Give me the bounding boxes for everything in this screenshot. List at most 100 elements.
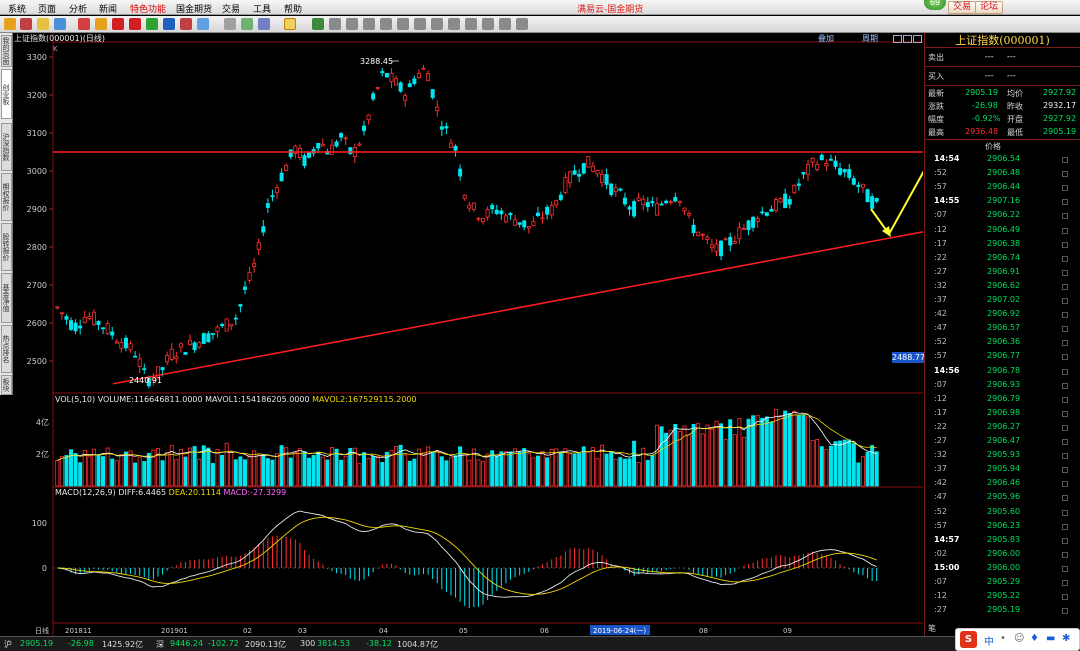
avg-label: 均价 [1007,89,1023,98]
tool-icon-4[interactable] [363,18,375,30]
volume-bar [503,451,508,487]
left-tab[interactable]: 板块指数 [1,375,12,395]
tick-flag [1062,410,1068,417]
tool-icon-3[interactable] [346,18,358,30]
left-tab[interactable]: 沪深指数 [1,123,12,171]
volume-bar [531,457,536,487]
tool-icon-2[interactable] [329,18,341,30]
trade-button[interactable]: 交易 [948,1,977,14]
cycle-link[interactable]: 周期 [862,33,878,44]
menu-item[interactable]: 国金期货 [176,2,212,15]
volume-bar [453,455,458,487]
notification-badge[interactable]: 69 [924,0,946,10]
tool-icon-6[interactable] [397,18,409,30]
menu-item[interactable]: 帮助 [284,2,302,15]
window-controls[interactable] [893,33,923,43]
tool-icon-7[interactable] [414,18,426,30]
volume-bar [627,458,632,487]
punct-icon[interactable]: • [1000,633,1006,644]
volume-bar [96,454,101,487]
tool-icon-9[interactable] [448,18,460,30]
forum-button[interactable]: 论坛 [975,1,1004,14]
window-icon[interactable] [197,18,209,30]
tick-time: :12 [934,393,947,403]
tile-icon[interactable] [258,18,270,30]
candle-body [755,218,760,222]
divider [925,66,1080,67]
left-tab[interactable]: 创业板 [1,69,12,119]
back-icon[interactable] [4,18,16,30]
volume-bar [343,455,348,487]
candle-body [375,87,380,89]
volume-bar [856,462,861,487]
menu-item[interactable]: 页面 [38,2,56,15]
volume-bar [188,447,193,487]
window-ctl-icon[interactable] [903,35,912,43]
candle-body [133,355,138,358]
macd-title: MACD(12,26,9) DIFF:6.4465 DEA:20.1114 MA… [55,488,286,497]
note-icon[interactable] [284,18,296,30]
search-icon[interactable] [95,18,107,30]
overlay-link[interactable]: 叠加 [818,33,834,44]
zoom-in-icon[interactable] [112,18,124,30]
status-item: 1425.92亿 [102,640,144,649]
left-tab[interactable]: 我的页面 [1,35,12,67]
keyboard-icon[interactable]: ▬ [1046,633,1055,644]
volume-bar [764,416,769,487]
refresh-icon[interactable] [146,18,158,30]
tool-icon-12[interactable] [499,18,511,30]
candle-body [586,156,591,168]
tool-icon-5[interactable] [380,18,392,30]
left-tab[interactable]: 期权报价 [1,173,12,221]
candle-body [284,165,289,171]
candle-body [297,147,302,158]
chart-icon[interactable] [78,18,90,30]
sogou-logo-icon[interactable]: S [960,631,977,648]
mic-icon[interactable]: ♦ [1030,633,1039,644]
tool-icon-13[interactable] [516,18,528,30]
info-icon[interactable] [163,18,175,30]
market-icon[interactable] [20,18,32,30]
alert-icon[interactable] [180,18,192,30]
menu-item[interactable]: 特色功能 [130,2,166,15]
volume-bar [723,438,728,487]
candle-body [430,89,435,98]
volume-bar [439,456,444,487]
window-ctl-icon[interactable] [913,35,922,43]
window-ctl-icon[interactable] [893,35,902,43]
tools-icon[interactable]: ✱ [1062,633,1070,644]
layout-icon[interactable] [224,18,236,30]
tick-time: 14:54 [934,154,960,163]
tick-time: 14:56 [934,365,960,375]
volume-bar [558,451,563,487]
emoji-icon[interactable]: ☺ [1014,633,1024,644]
menu-item[interactable]: 新闻 [99,2,117,15]
tick-flag [1062,439,1068,445]
tick-row: :22 2906.27 [925,422,1080,435]
menu-item[interactable]: 分析 [69,2,87,15]
left-tab[interactable]: 热点排名 [1,325,12,373]
tick-flag [1062,481,1068,488]
tick-time: :32 [934,450,947,460]
tool-icon-1[interactable] [312,18,324,30]
folder-icon[interactable] [37,18,49,30]
volume-bar [659,426,664,487]
tick-price: 2906.49 [987,224,1021,234]
left-tab[interactable]: 股转报价 [1,223,12,271]
tool-icon-10[interactable] [465,18,477,30]
tool-icon-11[interactable] [482,18,494,30]
menu-item[interactable]: 工具 [253,2,271,15]
grid-icon[interactable] [54,18,66,30]
ime-mode[interactable]: 中 [984,633,994,648]
volume-bar [522,448,527,487]
left-tab[interactable]: 基金净值 [1,273,12,323]
kline-chart[interactable]: 3300 3200 3100 3000 2900 2800 2700 2600 2500 3288… [13,33,923,636]
menu-item[interactable]: 系统 [8,2,26,15]
tick-flag [1062,298,1068,304]
split-icon[interactable] [241,18,253,30]
zoom-out-icon[interactable] [129,18,141,30]
tool-icon-8[interactable] [431,18,443,30]
menu-item[interactable]: 交易 [222,2,240,15]
tick-price: 2907.02 [987,295,1021,304]
prev-close-value: 2932.17 [1043,101,1077,110]
